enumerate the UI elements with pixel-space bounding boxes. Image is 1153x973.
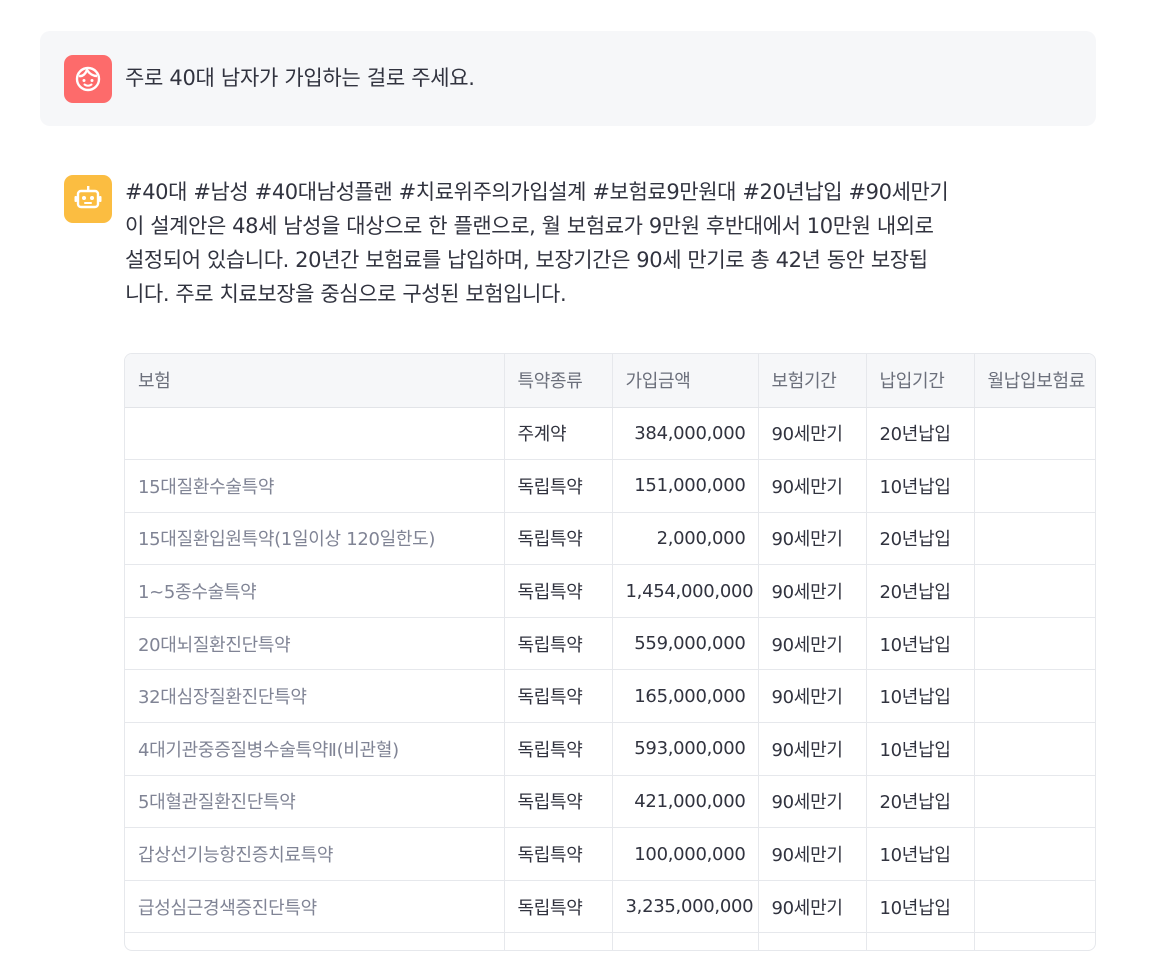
header-payment-period[interactable]: 납입기간 bbox=[866, 354, 975, 408]
cell-insurance-name[interactable]: 5대혈관질환진단특약 bbox=[125, 775, 505, 829]
cell-insurance-name[interactable]: 15대질환입원특약(1일이상 120일한도) bbox=[125, 512, 505, 566]
bot-text-line: 니다. 주로 치료보장을 중심으로 구성된 보험입니다. bbox=[125, 282, 567, 306]
cell-rider-type[interactable]: 독립특약 bbox=[504, 564, 613, 618]
user-message-text: 주로 40대 남자가 가입하는 걸로 주세요. bbox=[125, 66, 475, 90]
cell-amount[interactable]: 1,454,000,000 bbox=[612, 564, 759, 618]
table-row[interactable]: 20대뇌질환진단특약 독립특약 559,000,000 90세만기 10년납입 bbox=[125, 617, 1095, 671]
cell-insurance-name[interactable]: 급성심근경색증진단특약 bbox=[125, 880, 505, 934]
cell-coverage-period[interactable]: 90세만기 bbox=[758, 407, 867, 461]
insurance-table[interactable]: 보험 특약종류 가입금액 보험기간 납입기간 월납입보험료 주계약 384,000… bbox=[124, 353, 1096, 951]
cell-payment-period[interactable]: 10년납입 bbox=[866, 669, 975, 724]
cell-coverage-period[interactable]: 90세만기 bbox=[758, 617, 867, 671]
cell-amount[interactable]: 384,000,000 bbox=[612, 407, 759, 461]
cell-payment-period[interactable]: 20년납입 bbox=[866, 775, 975, 829]
cell-coverage-period[interactable]: 90세만기 bbox=[758, 775, 867, 829]
cell-amount[interactable]: 151,000,000 bbox=[612, 459, 759, 513]
cell-coverage-period[interactable]: 90세만기 bbox=[758, 512, 867, 566]
cell-coverage-period[interactable]: 90세만기 bbox=[758, 880, 867, 934]
cell-monthly-premium[interactable] bbox=[974, 932, 1095, 950]
bot-message-text: #40대 #남성 #40대남성플랜 #치료위주의가입설계 #보험료9만원대 #2… bbox=[125, 175, 1100, 311]
user-avatar bbox=[64, 55, 112, 103]
cell-amount[interactable]: 559,000,000 bbox=[612, 617, 759, 671]
cell-insurance-name[interactable]: 15대질환수술특약 bbox=[125, 459, 505, 513]
cell-monthly-premium[interactable] bbox=[974, 407, 1095, 461]
cell-insurance-name[interactable]: 20대뇌질환진단특약 bbox=[125, 617, 505, 671]
cell-monthly-premium[interactable] bbox=[974, 775, 1095, 829]
header-insurance[interactable]: 보험 bbox=[125, 354, 505, 408]
cell-rider-type[interactable]: 독립특약 bbox=[504, 880, 613, 934]
bot-hashtag-line: #40대 #남성 #40대남성플랜 #치료위주의가입설계 #보험료9만원대 #2… bbox=[125, 180, 949, 204]
cell-monthly-premium[interactable] bbox=[974, 512, 1095, 566]
table-row[interactable]: 5대혈관질환진단특약 독립특약 421,000,000 90세만기 20년납입 bbox=[125, 775, 1095, 829]
cell-rider-type[interactable]: 독립특약 bbox=[504, 459, 613, 513]
cell-coverage-period[interactable]: 90세만기 bbox=[758, 722, 867, 776]
robot-icon bbox=[74, 186, 102, 209]
cell-insurance-name[interactable]: 1~5종수술특약 bbox=[125, 564, 505, 618]
bot-text-line: 설정되어 있습니다. 20년간 보험료를 납입하며, 보장기간은 90세 만기로… bbox=[125, 248, 928, 272]
cell-coverage-period[interactable]: 90세만기 bbox=[758, 932, 867, 950]
cell-insurance-name[interactable]: 갑상선기능항진증치료특약 bbox=[125, 827, 505, 881]
bot-avatar bbox=[64, 175, 112, 223]
cell-payment-period[interactable]: 20년납입 bbox=[866, 512, 975, 566]
cell-payment-period[interactable]: 10년납입 bbox=[866, 932, 975, 950]
cell-rider-type[interactable]: 독립특약 bbox=[504, 669, 613, 724]
cell-monthly-premium[interactable] bbox=[974, 722, 1095, 776]
cell-payment-period[interactable]: 20년납입 bbox=[866, 407, 975, 461]
table-row[interactable]: 15대질환수술특약 독립특약 151,000,000 90세만기 10년납입 bbox=[125, 459, 1095, 513]
cell-rider-type[interactable]: 주계약 bbox=[504, 407, 613, 461]
cell-coverage-period[interactable]: 90세만기 bbox=[758, 669, 867, 724]
cell-amount[interactable] bbox=[612, 932, 759, 950]
cell-insurance-name[interactable]: 32대심장질환진단특약 bbox=[125, 669, 505, 724]
cell-payment-period[interactable]: 10년납입 bbox=[866, 459, 975, 513]
cell-rider-type[interactable]: 독립특약 bbox=[504, 775, 613, 829]
cell-insurance-name[interactable]: 4대기관중증질병수술특약Ⅱ(비관혈) bbox=[125, 722, 505, 776]
cell-monthly-premium[interactable] bbox=[974, 617, 1095, 671]
cell-amount[interactable]: 100,000,000 bbox=[612, 827, 759, 881]
table-header-row: 보험 특약종류 가입금액 보험기간 납입기간 월납입보험료 bbox=[125, 354, 1095, 408]
cell-rider-type[interactable]: 독립특약 bbox=[504, 932, 613, 950]
cell-rider-type[interactable]: 독립특약 bbox=[504, 617, 613, 671]
cell-coverage-period[interactable]: 90세만기 bbox=[758, 827, 867, 881]
table-row[interactable]: 1~5종수술특약 독립특약 1,454,000,000 90세만기 20년납입 bbox=[125, 564, 1095, 618]
cell-monthly-premium[interactable] bbox=[974, 669, 1095, 724]
cell-monthly-premium[interactable] bbox=[974, 880, 1095, 934]
cell-coverage-period[interactable]: 90세만기 bbox=[758, 564, 867, 618]
cell-payment-period[interactable]: 10년납입 bbox=[866, 722, 975, 776]
cell-rider-type[interactable]: 독립특약 bbox=[504, 827, 613, 881]
cell-insurance-name[interactable] bbox=[125, 407, 505, 461]
header-rider-type[interactable]: 특약종류 bbox=[504, 354, 613, 408]
header-amount[interactable]: 가입금액 bbox=[612, 354, 759, 408]
cell-insurance-name[interactable] bbox=[125, 932, 505, 950]
cell-payment-period[interactable]: 20년납입 bbox=[866, 564, 975, 618]
cell-payment-period[interactable]: 10년납입 bbox=[866, 880, 975, 934]
table-row[interactable]: 주계약 384,000,000 90세만기 20년납입 bbox=[125, 407, 1095, 461]
table-row[interactable]: 독립특약 90세만기10년납입 bbox=[125, 932, 1095, 950]
cell-rider-type[interactable]: 독립특약 bbox=[504, 722, 613, 776]
cell-amount[interactable]: 2,000,000 bbox=[612, 512, 759, 566]
table-row[interactable]: 15대질환입원특약(1일이상 120일한도) 독립특약 2,000,000 90세만기… bbox=[125, 512, 1095, 566]
table-row[interactable]: 32대심장질환진단특약 독립특약 165,000,000 90세만기 10년납입 bbox=[125, 669, 1095, 724]
cell-coverage-period[interactable]: 90세만기 bbox=[758, 459, 867, 513]
cell-monthly-premium[interactable] bbox=[974, 564, 1095, 618]
user-face-icon bbox=[75, 66, 101, 92]
header-coverage-period[interactable]: 보험기간 bbox=[758, 354, 867, 408]
table-row[interactable]: 갑상선기능항진증치료특약 독립특약 100,000,000 90세만기 10년납입 bbox=[125, 827, 1095, 881]
user-message: 주로 40대 남자가 가입하는 걸로 주세요. bbox=[40, 31, 1096, 126]
header-monthly-premium[interactable]: 월납입보험료 bbox=[974, 354, 1095, 408]
table-row[interactable]: 급성심근경색증진단특약 독립특약 3,235,000,000 90세만기 10년납입 bbox=[125, 880, 1095, 934]
cell-amount[interactable]: 421,000,000 bbox=[612, 775, 759, 829]
cell-monthly-premium[interactable] bbox=[974, 459, 1095, 513]
cell-amount[interactable]: 165,000,000 bbox=[612, 669, 759, 724]
table-row[interactable]: 4대기관중증질병수술특약Ⅱ(비관혈) 독립특약 593,000,000 90세만기 10… bbox=[125, 722, 1095, 776]
cell-amount[interactable]: 593,000,000 bbox=[612, 722, 759, 776]
cell-monthly-premium[interactable] bbox=[974, 827, 1095, 881]
bot-text-line: 이 설계안은 48세 남성을 대상으로 한 플랜으로, 월 보험료가 9만원 후… bbox=[125, 214, 934, 238]
cell-payment-period[interactable]: 10년납입 bbox=[866, 617, 975, 671]
cell-amount[interactable]: 3,235,000,000 bbox=[612, 880, 759, 934]
cell-payment-period[interactable]: 10년납입 bbox=[866, 827, 975, 881]
cell-rider-type[interactable]: 독립특약 bbox=[504, 512, 613, 566]
